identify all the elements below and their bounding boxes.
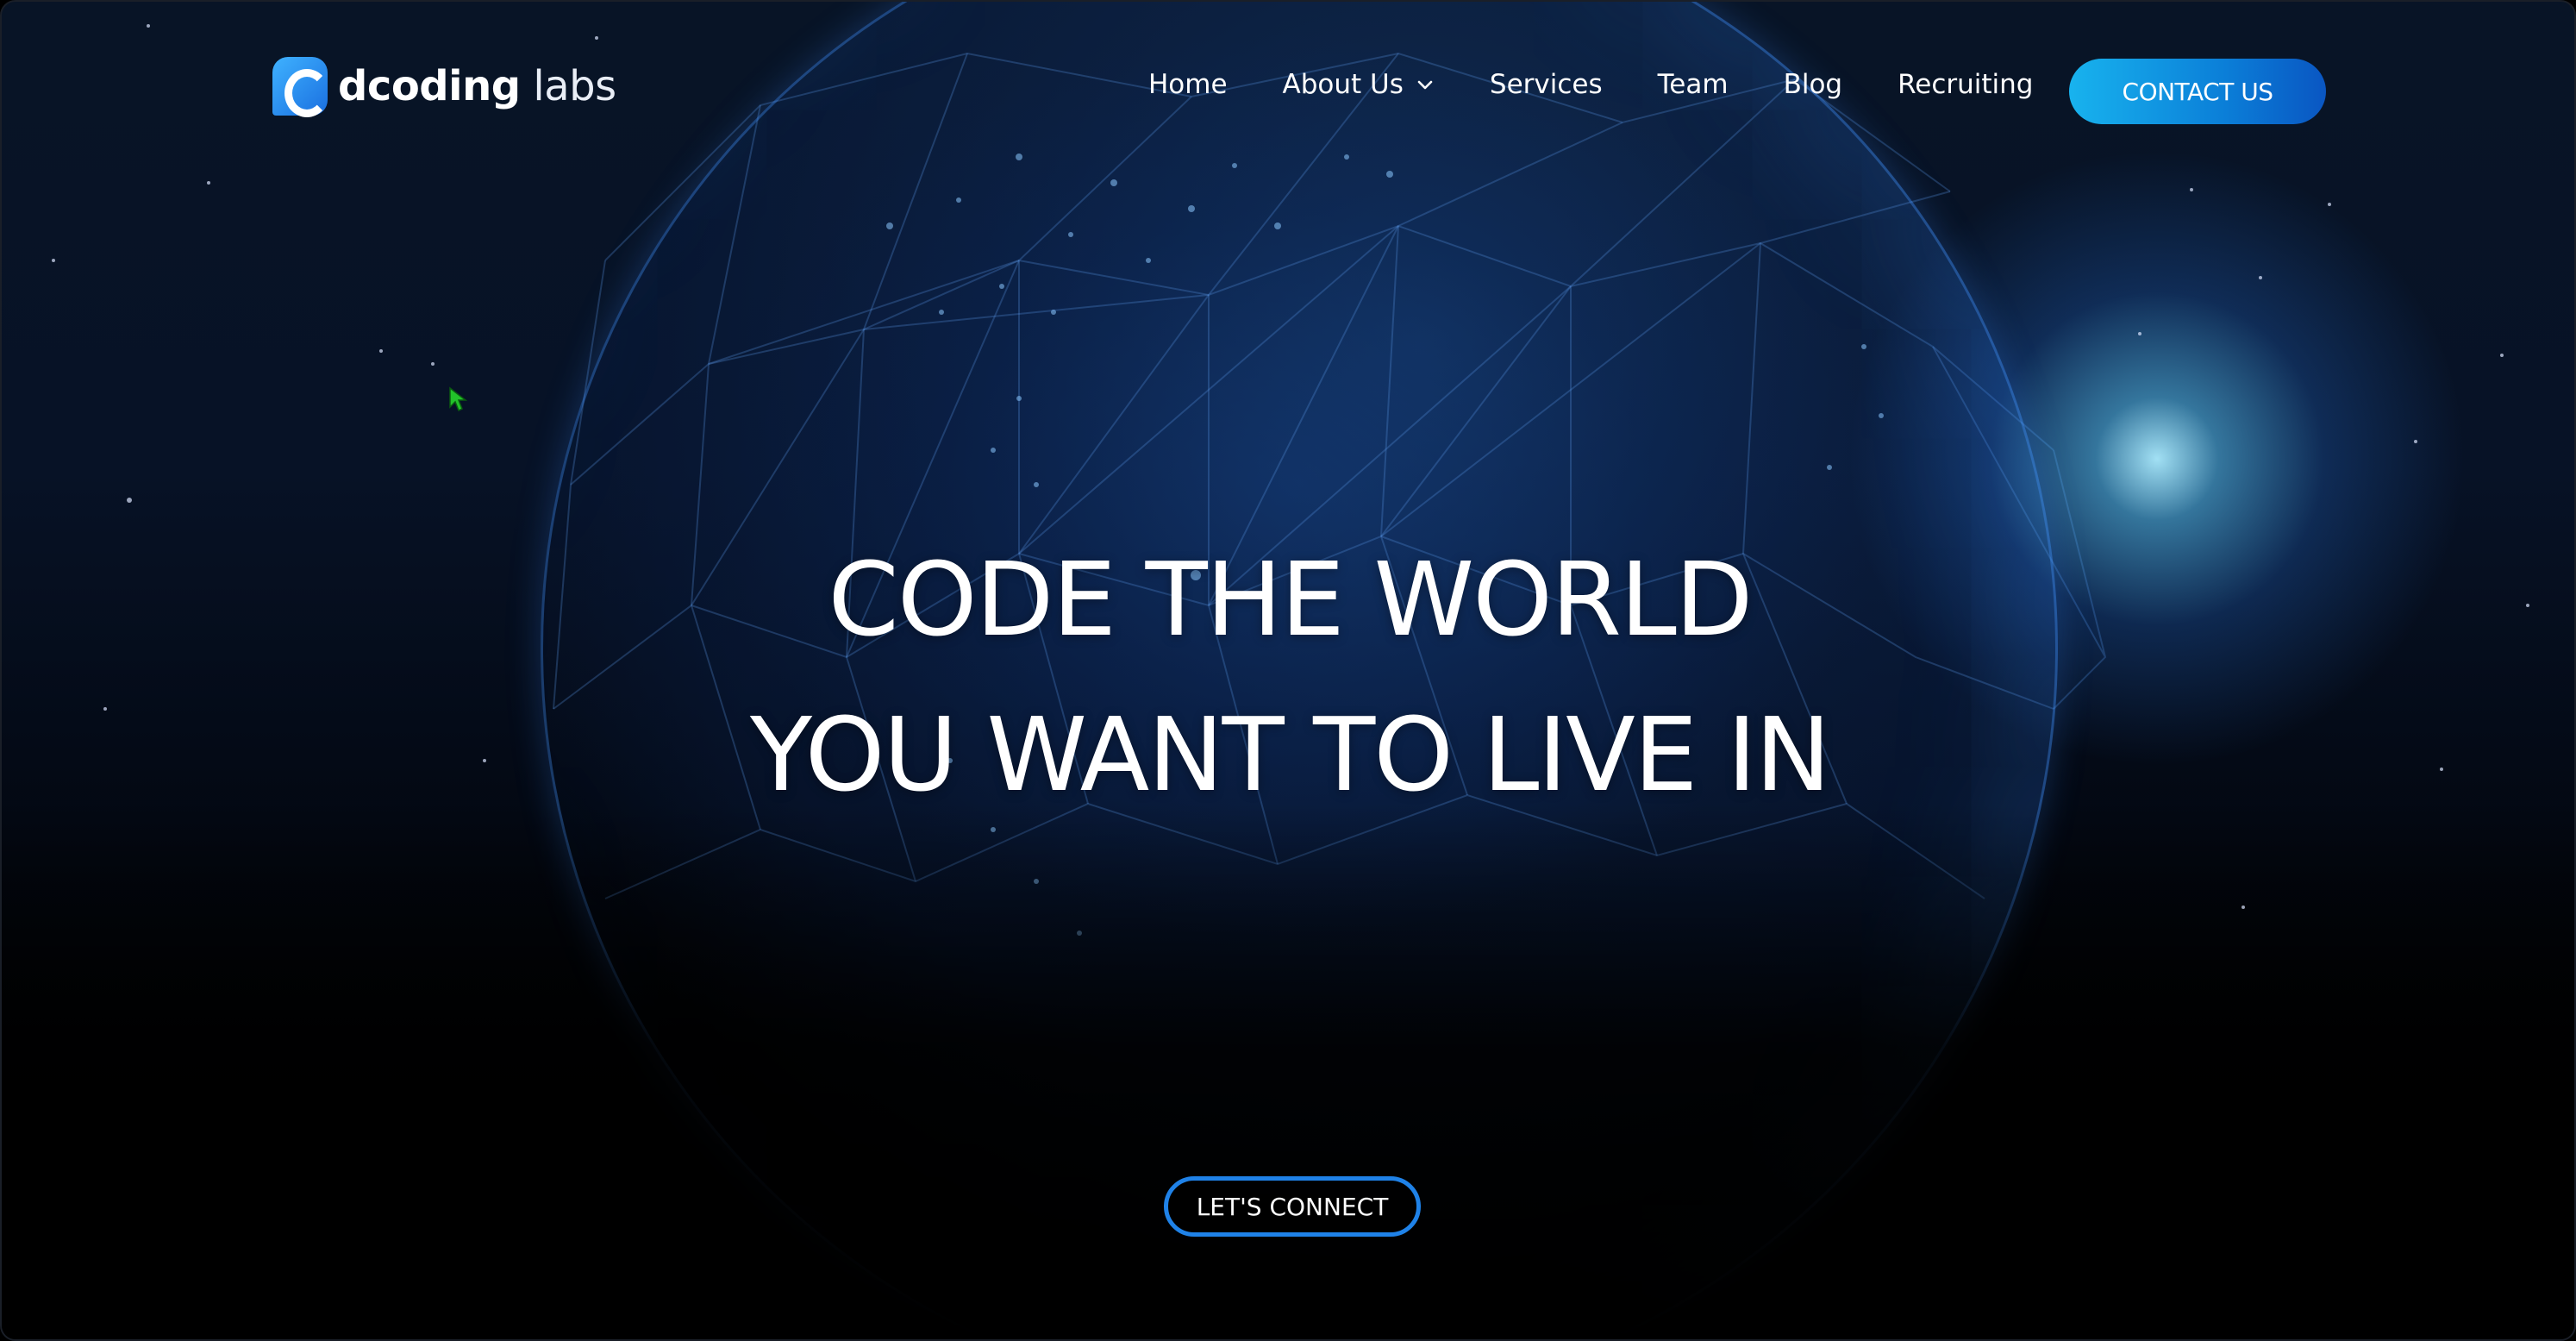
nav-item-home[interactable]: Home [1148,69,1228,100]
contact-us-button[interactable]: CONTACT US [2069,59,2326,124]
nav-item-label: Blog [1783,69,1843,100]
nav-item-team[interactable]: Team [1658,69,1729,100]
nav-item-blog[interactable]: Blog [1784,69,1843,100]
main-nav: Home About Us Services Team Blog Recruit… [1148,69,2033,100]
lets-connect-button[interactable]: LET'S CONNECT [1164,1176,1421,1237]
landing-page: dcoding labs Home About Us Services Team… [0,0,2576,1341]
logo-text-light: labs [520,62,616,110]
cursor-icon [449,386,467,412]
nav-item-label: Services [1489,69,1603,100]
nav-item-recruiting[interactable]: Recruiting [1898,69,2033,100]
logo[interactable]: dcoding labs [272,57,616,117]
nav-item-label: Team [1657,69,1729,100]
logo-text: dcoding labs [338,62,616,110]
logo-text-bold: dcoding [338,62,521,110]
chevron-down-icon [1417,80,1433,90]
hero-title-line-1: CODE THE WORLD [828,540,1753,660]
nav-item-label: Recruiting [1898,69,2034,100]
hero-title-line-2: YOU WANT TO LIVE IN [749,695,1831,815]
logo-mark-icon [272,57,329,117]
nav-item-about-us[interactable]: About Us [1283,69,1435,100]
starfield [52,24,2529,909]
nav-item-label: Home [1148,69,1228,100]
nav-item-label: About Us [1282,69,1404,100]
nav-item-services[interactable]: Services [1490,69,1603,100]
